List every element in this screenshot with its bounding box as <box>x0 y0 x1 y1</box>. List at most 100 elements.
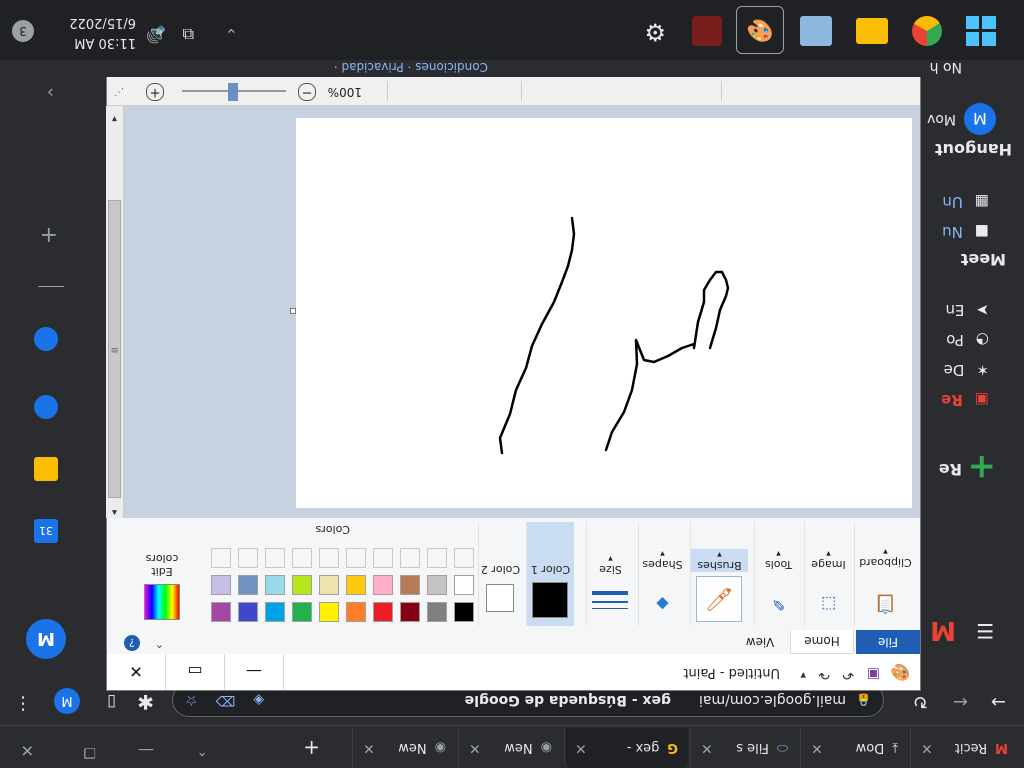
notification-badge[interactable]: 3 <box>12 20 34 42</box>
custom-color-slot[interactable] <box>373 548 393 568</box>
keep-icon[interactable] <box>34 457 58 481</box>
calendar-icon[interactable]: 31 <box>34 519 58 543</box>
custom-color-slot[interactable] <box>400 548 420 568</box>
help-icon[interactable]: ? <box>124 635 140 651</box>
save-icon[interactable]: ▣ <box>867 666 880 682</box>
close-icon[interactable]: ✕ <box>811 740 823 756</box>
volume-icon[interactable]: 🔊 <box>146 25 166 44</box>
palette-swatch[interactable] <box>454 575 474 595</box>
palette-swatch[interactable] <box>265 602 285 622</box>
zoom-out-button[interactable]: − <box>298 83 316 101</box>
screen-capture-icon[interactable]: ⧉ <box>183 24 194 44</box>
tab-home[interactable]: Home <box>790 630 854 654</box>
paint-app-shelf-icon[interactable]: 🎨 <box>736 6 784 54</box>
collapse-panel-icon[interactable]: › <box>47 82 54 103</box>
palette-swatch[interactable] <box>400 602 420 622</box>
color2-button[interactable]: Color 2 <box>478 522 522 626</box>
chrome-app-icon[interactable] <box>912 16 942 46</box>
image-app-icon[interactable] <box>800 16 832 46</box>
hamburger-menu-icon[interactable]: ☰ <box>976 619 994 643</box>
vertical-scrollbar[interactable]: ▴ ≡ ▾ <box>106 106 124 518</box>
ribbon-collapse-icon[interactable]: ⌃ <box>155 637 164 650</box>
gmail-footer-links[interactable]: Condiciones · Privacidad · <box>334 60 488 74</box>
sidebar-toggle-icon[interactable]: ▯ <box>107 693 116 712</box>
custom-color-slot[interactable] <box>211 548 231 568</box>
scroll-down-arrow[interactable]: ▾ <box>106 106 123 124</box>
custom-color-slot[interactable] <box>265 548 285 568</box>
palette-swatch[interactable] <box>211 575 231 595</box>
image-group[interactable]: ⬚ Image ▾ <box>804 522 852 626</box>
edit-colors-button[interactable]: Edit colors <box>140 552 184 624</box>
red-app-icon[interactable] <box>692 16 722 46</box>
tag-icon[interactable]: ⌦ <box>216 692 236 708</box>
close-icon[interactable]: ✕ <box>469 740 481 756</box>
tab-downloads[interactable]: ⤓ Dow ✕ <box>800 728 908 768</box>
settings-gear-icon[interactable]: ⚙ <box>644 18 666 46</box>
canvas-resize-handle[interactable] <box>290 308 296 314</box>
palette-swatch[interactable] <box>292 602 312 622</box>
tools-group[interactable]: ✎ Tools ▾ <box>754 522 802 626</box>
palette-swatch[interactable] <box>211 602 231 622</box>
maximize-button[interactable]: ▭ <box>166 654 225 690</box>
restore-browser-button[interactable]: ❐ <box>83 744 96 760</box>
clipboard-group[interactable]: 📋 Clipboard ▾ <box>854 522 916 626</box>
close-icon[interactable]: ✕ <box>363 740 375 756</box>
reload-button[interactable]: ↻ <box>913 691 928 712</box>
close-button[interactable]: ✕ <box>107 654 166 690</box>
palette-swatch[interactable] <box>373 602 393 622</box>
back-button[interactable]: ← <box>953 691 968 712</box>
custom-color-slot[interactable] <box>454 548 474 568</box>
brushes-group[interactable]: 🖌 Brushes ▾ <box>690 522 748 626</box>
size-group[interactable]: Size ▾ <box>586 522 634 626</box>
tab-files[interactable]: ⬭ File s ✕ <box>690 728 798 768</box>
custom-color-slot[interactable] <box>427 548 447 568</box>
tab-recit[interactable]: M Recit ✕ <box>910 728 1018 768</box>
cast-icon[interactable]: ◈ <box>253 692 264 708</box>
palette-swatch[interactable] <box>319 575 339 595</box>
tab-new-2[interactable]: ◉ New ✕ <box>352 728 456 768</box>
close-browser-button[interactable]: ✕ <box>21 741 34 760</box>
scroll-thumb[interactable]: ≡ <box>108 200 121 498</box>
browser-menu-icon[interactable]: ⋮ <box>14 693 32 714</box>
tab-search-chevron[interactable]: ⌃ <box>196 742 208 758</box>
palette-swatch[interactable] <box>400 575 420 595</box>
palette-swatch[interactable] <box>238 602 258 622</box>
gmail-item[interactable]: ■ Nu <box>942 223 989 241</box>
minimize-button[interactable]: — <box>225 654 284 690</box>
redo-icon[interactable]: ↷ <box>818 666 830 682</box>
contacts-icon[interactable] <box>34 327 58 351</box>
close-icon[interactable]: ✕ <box>575 740 587 756</box>
profile-avatar[interactable]: M <box>54 688 80 714</box>
gmail-item[interactable]: ✶ De <box>944 361 989 379</box>
custom-color-slot[interactable] <box>292 548 312 568</box>
tab-google-search[interactable]: G gex - ✕ <box>564 728 688 768</box>
tab-new-1[interactable]: ◉ New ✕ <box>458 728 562 768</box>
palette-swatch[interactable] <box>238 575 258 595</box>
extensions-icon[interactable]: ✱ <box>137 690 154 714</box>
tasks-icon[interactable] <box>34 395 58 419</box>
add-addon-icon[interactable]: + <box>40 222 58 247</box>
files-app-icon[interactable] <box>856 18 888 44</box>
custom-color-slot[interactable] <box>238 548 258 568</box>
palette-swatch[interactable] <box>292 575 312 595</box>
account-avatar[interactable]: M <box>26 619 66 659</box>
hangout-avatar[interactable]: M <box>964 103 996 135</box>
palette-swatch[interactable] <box>346 602 366 622</box>
custom-color-slot[interactable] <box>346 548 366 568</box>
close-icon[interactable]: ✕ <box>701 740 713 756</box>
gmail-item[interactable]: ▣ Re <box>941 391 989 409</box>
quick-access-dropdown[interactable]: ▾ <box>800 669 806 682</box>
palette-swatch[interactable] <box>346 575 366 595</box>
palette-swatch[interactable] <box>454 602 474 622</box>
shapes-group[interactable]: ◆ Shapes ▾ <box>638 522 686 626</box>
tab-file[interactable]: File <box>856 630 920 654</box>
palette-swatch[interactable] <box>265 575 285 595</box>
palette-swatch[interactable] <box>427 602 447 622</box>
drawing-canvas[interactable] <box>296 118 912 508</box>
launcher-windows-icon[interactable] <box>966 16 996 46</box>
star-icon[interactable]: ☆ <box>185 692 198 708</box>
status-tray[interactable]: ⌄ ⧉ 🔊 11:30 AM 6/15/2022 3 <box>0 0 244 60</box>
minimize-browser-button[interactable]: — <box>138 741 154 760</box>
gmail-item[interactable]: ◔ Po <box>946 331 989 349</box>
palette-swatch[interactable] <box>373 575 393 595</box>
